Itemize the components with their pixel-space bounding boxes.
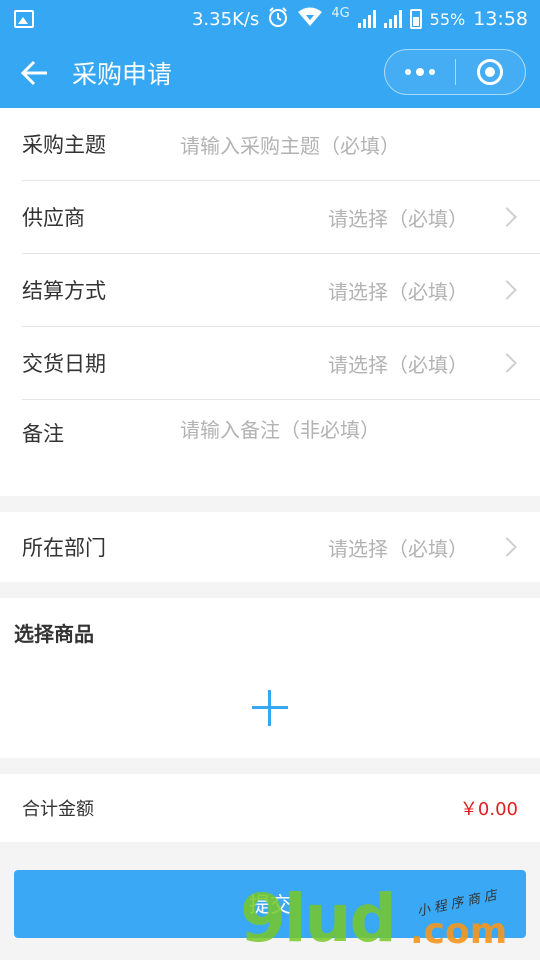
remark-label: 备注: [22, 422, 64, 446]
department-label: 所在部门: [22, 536, 106, 560]
settlement-label: 结算方式: [22, 279, 106, 303]
plus-icon[interactable]: [252, 690, 288, 726]
chevron-right-icon: [497, 537, 517, 557]
total-value: ￥0.00: [459, 799, 518, 820]
subject-row[interactable]: 采购主题 请输入采购主题（必填）: [0, 108, 540, 180]
total-card: 合计金额 ￥0.00: [0, 774, 540, 842]
battery-icon: [409, 9, 422, 29]
delivery-date-row[interactable]: 交货日期 请选择（必填）: [0, 327, 540, 399]
net-speed: 3.35K/s: [191, 8, 260, 30]
battery-percent: 55%: [429, 9, 466, 29]
mini-program-capsule: [384, 49, 526, 95]
supplier-label: 供应商: [22, 206, 85, 230]
goods-section-title: 选择商品: [14, 622, 94, 646]
supplier-select[interactable]: 请选择（必填）: [328, 203, 468, 232]
wifi-icon: [297, 7, 323, 32]
department-select[interactable]: 请选择（必填）: [328, 533, 468, 562]
image-icon: [14, 10, 34, 28]
subject-input[interactable]: 请输入采购主题（必填）: [180, 130, 400, 159]
goods-card: 选择商品: [0, 598, 540, 758]
total-label: 合计金额: [22, 799, 94, 820]
purchase-form: 采购主题 请输入采购主题（必填） 供应商 请选择（必填） 结算方式 请选择（必填…: [0, 108, 540, 496]
network-type: 4G: [331, 5, 350, 21]
remark-row[interactable]: 备注 请输入备注（非必填）: [0, 400, 540, 498]
supplier-row[interactable]: 供应商 请选择（必填）: [0, 181, 540, 253]
delivery-date-label: 交货日期: [22, 352, 106, 376]
department-card: 所在部门 请选择（必填）: [0, 512, 540, 582]
signal-icon: [357, 10, 376, 28]
chevron-right-icon: [497, 207, 517, 227]
close-target-icon[interactable]: [456, 50, 525, 94]
page-title: 采购申请: [72, 60, 173, 89]
submit-label: 提交: [249, 893, 291, 917]
submit-button[interactable]: 提交: [14, 870, 526, 938]
alarm-icon: [267, 6, 289, 33]
settlement-select[interactable]: 请选择（必填）: [328, 276, 468, 305]
status-bar: 3.35K/s 4G 55% 13:58: [0, 0, 540, 38]
clock: 13:58: [473, 8, 528, 30]
chevron-right-icon: [497, 280, 517, 300]
nav-bar: 采购申请: [0, 38, 540, 108]
delivery-date-select[interactable]: 请选择（必填）: [328, 349, 468, 378]
total-row: 合计金额 ￥0.00: [0, 774, 540, 842]
more-dots-icon[interactable]: [385, 50, 455, 94]
chevron-right-icon: [497, 353, 517, 373]
back-arrow-icon[interactable]: [0, 38, 70, 108]
remark-textarea[interactable]: 请输入备注（非必填）: [180, 414, 380, 443]
signal-icon: [383, 10, 402, 28]
department-row[interactable]: 所在部门 请选择（必填）: [0, 512, 540, 582]
subject-label: 采购主题: [22, 133, 106, 157]
settlement-row[interactable]: 结算方式 请选择（必填）: [0, 254, 540, 326]
